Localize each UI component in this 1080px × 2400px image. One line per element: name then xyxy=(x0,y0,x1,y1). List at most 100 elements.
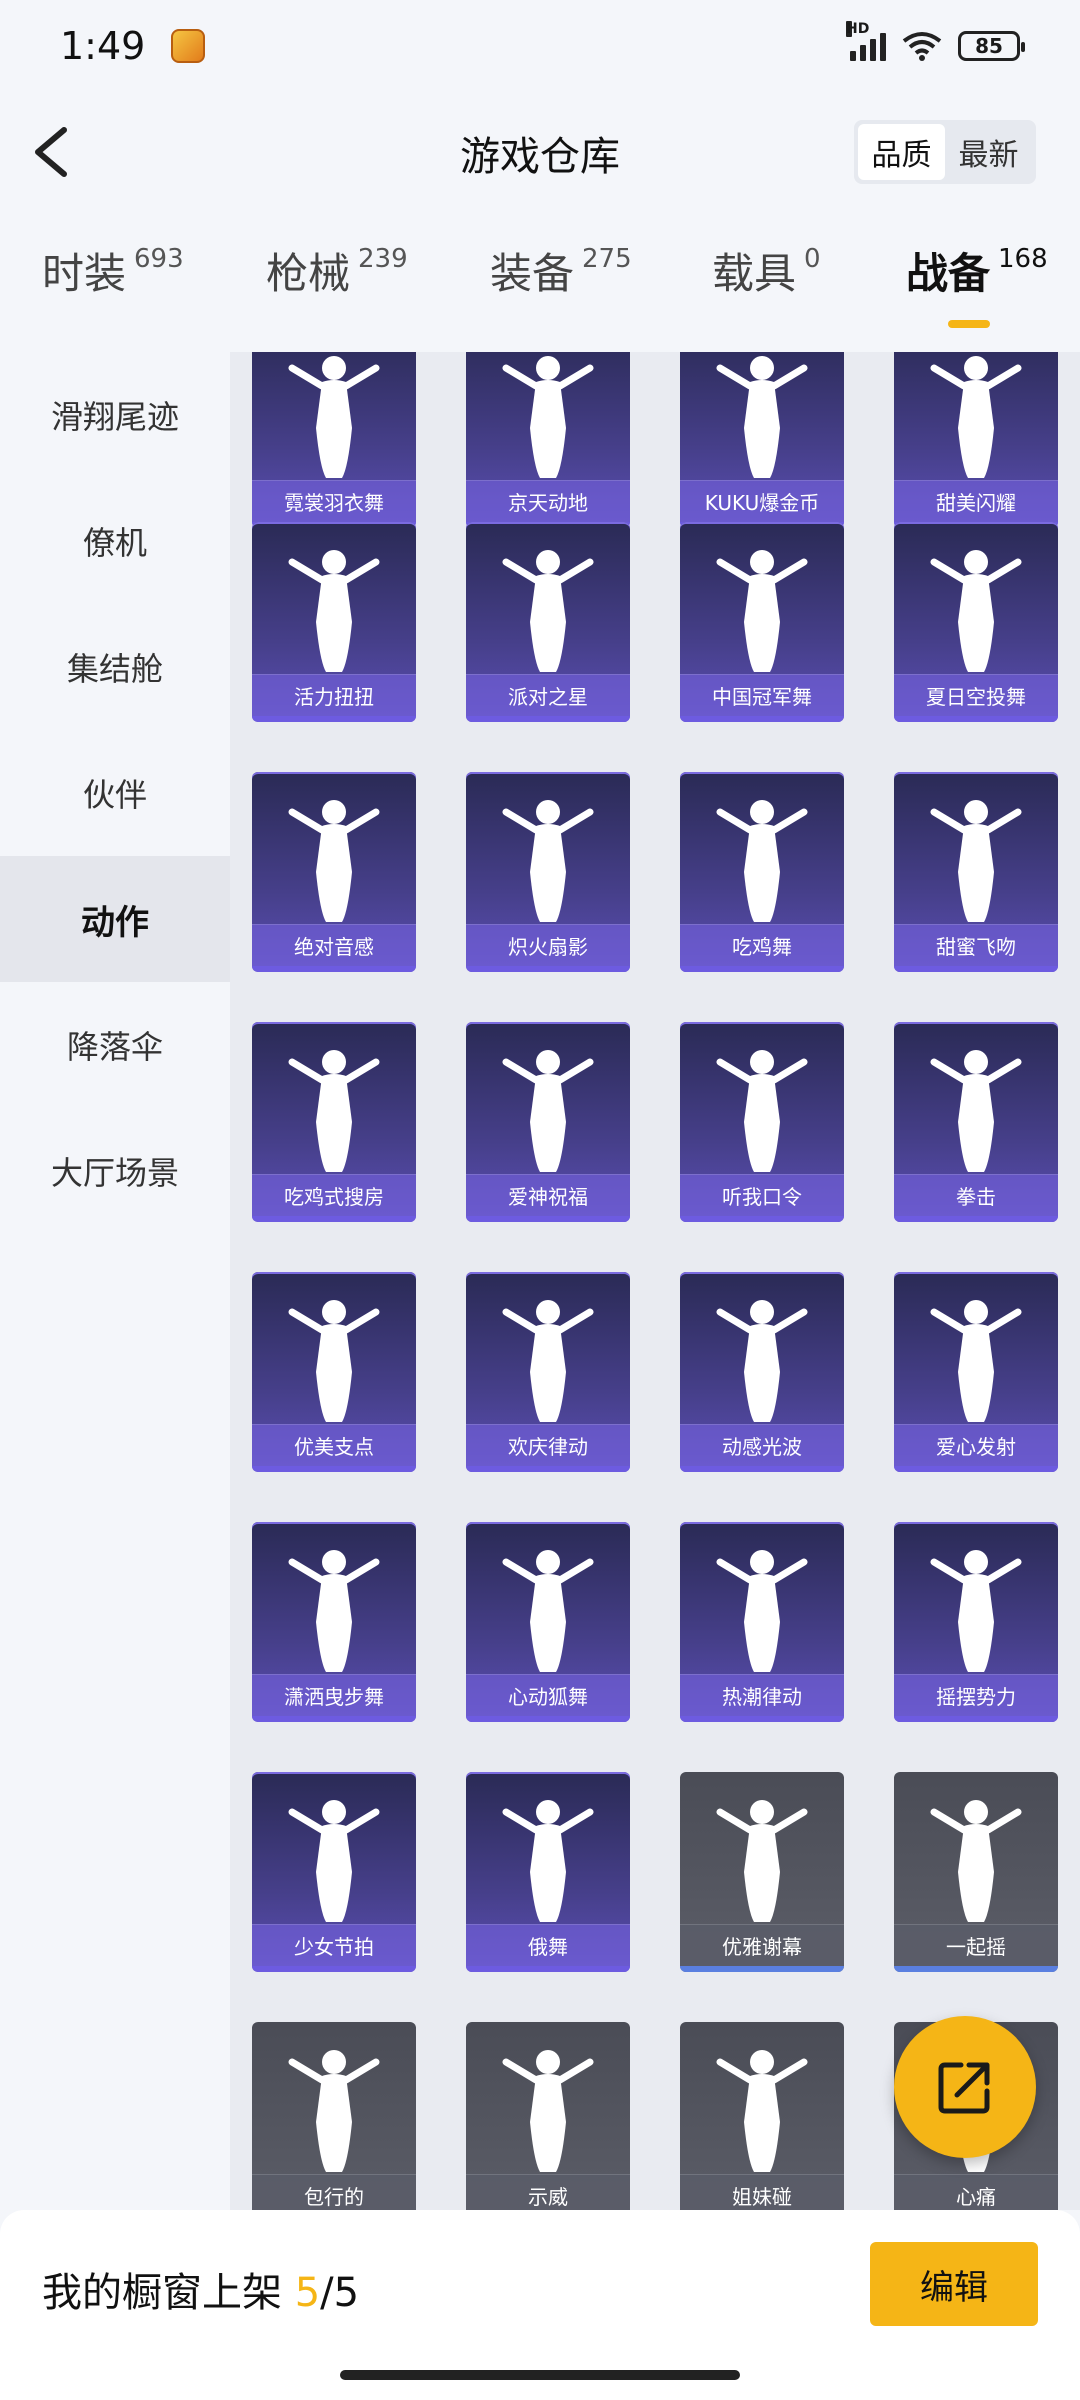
status-time: 1:49 xyxy=(60,24,146,68)
tab-label: 载具 xyxy=(712,249,797,298)
emote-name: 炽火扇影 xyxy=(508,935,588,959)
emote-figure-icon xyxy=(930,1800,1022,1922)
emote-card[interactable]: 俄舞 xyxy=(466,1772,630,1972)
emote-figure-icon xyxy=(716,1800,808,1922)
emote-figure-icon xyxy=(502,1300,594,1422)
emote-card[interactable]: 夏日空投舞 xyxy=(894,522,1058,722)
rarity-bar xyxy=(466,1716,630,1722)
emote-label-bar: 俄舞 xyxy=(466,1924,630,1966)
emote-card[interactable]: 派对之星 xyxy=(466,522,630,722)
sidebar-item-glide-trail[interactable]: 滑翔尾迹 xyxy=(0,352,230,478)
emote-label-bar: 活力扭扭 xyxy=(252,674,416,716)
item-grid: 霓裳羽衣舞 京天动地 KUKU爆金币 甜美闪耀活力扭扭 派对之星 中国冠军舞 夏日空投舞绝对… xyxy=(230,352,1080,2210)
emote-card[interactable]: 甜蜜飞吻 xyxy=(894,772,1058,972)
tab-fashion[interactable]: 时装 693 xyxy=(42,240,184,301)
tab-warfare[interactable]: 战备 168 xyxy=(906,240,1048,301)
sidebar-item-pod[interactable]: 集结舱 xyxy=(0,604,230,730)
emote-label-bar: 炽火扇影 xyxy=(466,924,630,966)
emote-name: 欢庆律动 xyxy=(508,1435,588,1459)
emote-card[interactable]: 一起摇 xyxy=(894,1772,1058,1972)
emote-label-bar: 姐妹碰 xyxy=(680,2174,844,2210)
sidebar-item-lobby[interactable]: 大厅场景 xyxy=(0,1108,230,1234)
emote-name: 甜美闪耀 xyxy=(936,491,1016,515)
emote-card[interactable]: 优雅谢幕 xyxy=(680,1772,844,1972)
emote-card[interactable]: 姐妹碰 xyxy=(680,2022,844,2210)
emote-name: 绝对音感 xyxy=(294,935,374,959)
emote-card[interactable]: 吃鸡舞 xyxy=(680,772,844,972)
emote-card[interactable]: 心动狐舞 xyxy=(466,1522,630,1722)
emote-card[interactable]: 包行的 xyxy=(252,2022,416,2210)
rarity-bar xyxy=(252,1716,416,1722)
rarity-bar xyxy=(252,1966,416,1972)
emote-card[interactable]: 拳击 xyxy=(894,1022,1058,1222)
edit-button[interactable]: 编辑 xyxy=(870,2242,1038,2326)
status-icons: HD 85 xyxy=(846,21,1025,61)
emote-figure-icon xyxy=(716,1050,808,1172)
tab-equipment[interactable]: 装备 275 xyxy=(490,240,632,301)
emote-figure-icon xyxy=(288,800,380,922)
emote-card[interactable]: 中国冠军舞 xyxy=(680,522,844,722)
showcase-used: 5 xyxy=(294,2270,321,2316)
emote-label-bar: 潇洒曳步舞 xyxy=(252,1674,416,1716)
sort-toggle[interactable]: 品质 最新 xyxy=(854,120,1036,184)
sort-latest-button[interactable]: 最新 xyxy=(945,124,1032,180)
tab-weapons[interactable]: 枪械 239 xyxy=(266,240,408,301)
emote-name: 爱神祝福 xyxy=(508,1185,588,1209)
emote-card[interactable]: 爱心发射 xyxy=(894,1272,1058,1472)
sidebar-item-parachute[interactable]: 降落伞 xyxy=(0,982,230,1108)
emote-card[interactable]: 吃鸡式搜房 xyxy=(252,1022,416,1222)
emote-card[interactable]: 少女节拍 xyxy=(252,1772,416,1972)
emote-card[interactable]: 摇摆势力 xyxy=(894,1522,1058,1722)
emote-name: 爱心发射 xyxy=(936,1435,1016,1459)
active-tab-indicator xyxy=(948,320,990,328)
rarity-bar xyxy=(466,1466,630,1472)
sidebar-item-partner[interactable]: 伙伴 xyxy=(0,730,230,856)
rarity-bar xyxy=(894,716,1058,722)
emote-card[interactable]: 热潮律动 xyxy=(680,1522,844,1722)
emote-figure-icon xyxy=(930,800,1022,922)
sidebar-item-emote[interactable]: 动作 xyxy=(0,856,230,982)
emote-card[interactable]: 京天动地 xyxy=(466,352,630,528)
emote-label-bar: 吃鸡式搜房 xyxy=(252,1174,416,1216)
emote-label-bar: KUKU爆金币 xyxy=(680,480,844,522)
wifi-icon xyxy=(902,32,942,61)
emote-figure-icon xyxy=(716,800,808,922)
emote-name: 心动狐舞 xyxy=(508,1685,588,1709)
emote-card[interactable]: 甜美闪耀 xyxy=(894,352,1058,528)
tab-vehicles[interactable]: 载具 0 xyxy=(712,240,821,301)
battery-level: 85 xyxy=(975,34,1003,58)
emote-name: 潇洒曳步舞 xyxy=(284,1685,384,1709)
emote-card[interactable]: 听我口令 xyxy=(680,1022,844,1222)
showcase-total: 5 xyxy=(333,2270,360,2316)
emote-card[interactable]: 绝对音感 xyxy=(252,772,416,972)
emote-label-bar: 甜美闪耀 xyxy=(894,480,1058,522)
share-button[interactable] xyxy=(894,2016,1036,2158)
emote-card[interactable]: 潇洒曳步舞 xyxy=(252,1522,416,1722)
rarity-bar xyxy=(252,1216,416,1222)
emote-figure-icon xyxy=(502,550,594,672)
emote-card[interactable]: 欢庆律动 xyxy=(466,1272,630,1472)
rarity-bar xyxy=(680,966,844,972)
emote-name: 活力扭扭 xyxy=(294,685,374,709)
emote-label-bar: 动感光波 xyxy=(680,1424,844,1466)
emote-name: 少女节拍 xyxy=(294,1935,374,1959)
sidebar-item-wingman[interactable]: 僚机 xyxy=(0,478,230,604)
rarity-bar xyxy=(466,716,630,722)
tab-count: 275 xyxy=(582,244,632,274)
emote-card[interactable]: 炽火扇影 xyxy=(466,772,630,972)
emote-card[interactable]: 示威 xyxy=(466,2022,630,2210)
emote-card[interactable]: 动感光波 xyxy=(680,1272,844,1472)
home-indicator[interactable] xyxy=(340,2370,740,2380)
category-tabs: 时装 693 枪械 239 装备 275 载具 0 战备 168 xyxy=(0,240,1080,340)
emote-card[interactable]: KUKU爆金币 xyxy=(680,352,844,528)
emote-label-bar: 少女节拍 xyxy=(252,1924,416,1966)
emote-card[interactable]: 爱神祝福 xyxy=(466,1022,630,1222)
emote-name: 优美支点 xyxy=(294,1435,374,1459)
emote-card[interactable]: 霓裳羽衣舞 xyxy=(252,352,416,528)
emote-card[interactable]: 优美支点 xyxy=(252,1272,416,1472)
tab-label: 枪械 xyxy=(266,249,351,298)
emote-figure-icon xyxy=(502,1050,594,1172)
emote-card[interactable]: 活力扭扭 xyxy=(252,522,416,722)
sort-quality-button[interactable]: 品质 xyxy=(858,124,945,180)
rarity-bar xyxy=(894,1966,1058,1972)
